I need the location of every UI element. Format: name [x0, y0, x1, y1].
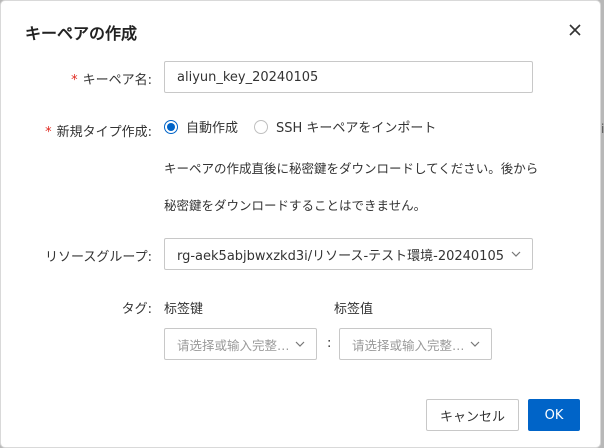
tags-label: タグ:: [121, 302, 152, 317]
dialog-title: キーペアの作成: [25, 24, 138, 43]
close-icon[interactable]: [566, 21, 584, 39]
required-marker: *: [45, 125, 52, 140]
radio-import-ssh[interactable]: SSH キーペアをインポート: [254, 117, 436, 136]
keypair-name-value: aliyun_key_20240105: [177, 69, 319, 85]
resource-group-select[interactable]: rg-aek5abjbwxzkd3i/リソース-テスト環境-20240105: [164, 238, 533, 270]
tag-value-placeholder: 请选择或输入完整…: [352, 337, 463, 353]
cancel-button[interactable]: キャンセル: [426, 399, 519, 431]
resource-group-label: リソースグループ:: [45, 250, 152, 265]
resource-group-value: rg-aek5abjbwxzkd3i/リソース-テスト環境-20240105: [177, 248, 504, 264]
radio-auto-create-label: 自動作成: [186, 121, 239, 136]
chevron-down-icon: [470, 341, 480, 347]
keypair-name-label: * キーペア名:: [71, 69, 152, 88]
creation-help-line1: キーペアの作成直後に秘密鍵をダウンロードしてください。後から: [164, 161, 539, 176]
ok-button[interactable]: OK: [528, 399, 580, 431]
creation-help-line2: 秘密鍵をダウンロードすることはできません。: [164, 198, 427, 213]
radio-auto-create[interactable]: 自動作成: [164, 117, 238, 136]
creation-type-radio-group: 自動作成 SSH キーペアをインポート: [164, 117, 452, 136]
tag-value-select[interactable]: 请选择或输入完整…: [339, 328, 492, 360]
create-keypair-dialog: キーペアの作成 * キーペア名: aliyun_key_20240105 * 新規タ…: [0, 0, 601, 448]
radio-unchecked-icon: [254, 119, 269, 134]
chevron-down-icon: [511, 251, 521, 257]
creation-type-label: * 新規タイプ作成:: [45, 121, 152, 140]
radio-import-ssh-label: SSH キーペアをインポート: [276, 121, 437, 136]
creation-type-label-text: 新規タイプ作成:: [56, 125, 152, 140]
tag-separator: :: [327, 336, 332, 351]
chevron-down-icon: [295, 341, 305, 347]
tag-value-header: 标签值: [334, 302, 374, 317]
keypair-name-input[interactable]: aliyun_key_20240105: [164, 61, 533, 93]
radio-checked-icon: [164, 119, 178, 134]
tag-key-select[interactable]: 请选择或输入完整…: [164, 328, 317, 360]
tag-key-header: 标签键: [164, 302, 204, 317]
required-marker: *: [71, 73, 78, 88]
tag-key-placeholder: 请选择或输入完整…: [177, 337, 288, 353]
keypair-name-label-text: キーペア名:: [82, 73, 152, 88]
